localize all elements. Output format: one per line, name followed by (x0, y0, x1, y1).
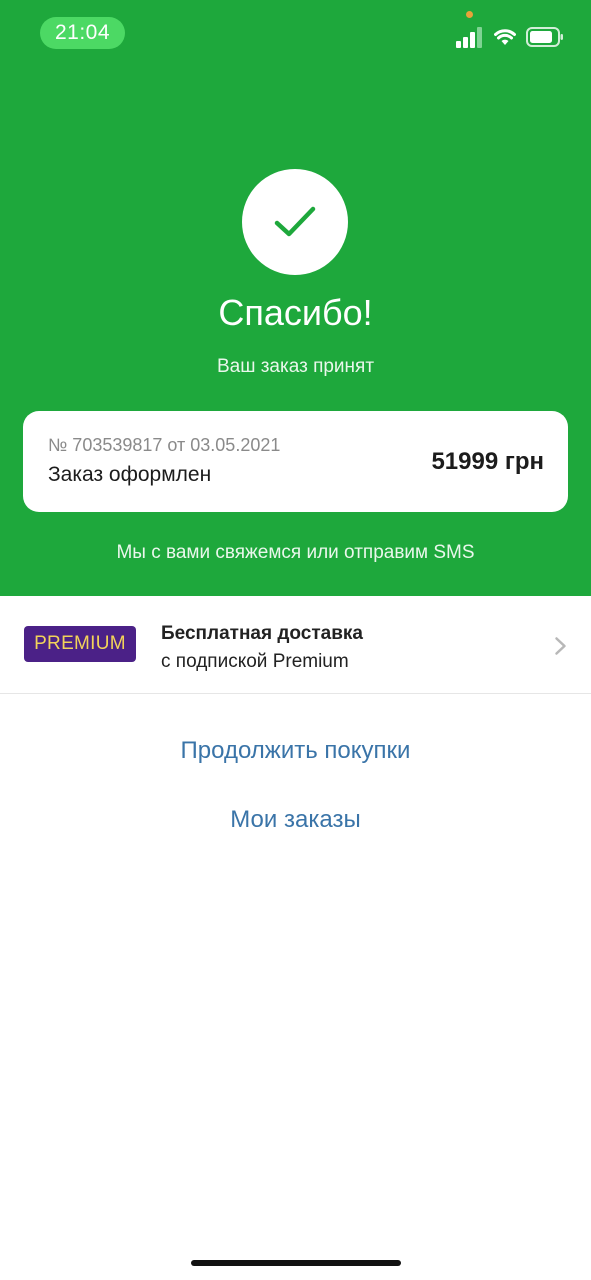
chevron-right-icon[interactable] (554, 636, 567, 656)
order-status: Заказ оформлен (48, 463, 212, 486)
premium-subtitle: с подпиской Premium (161, 651, 349, 672)
confirmation-header: 21:04 Спасибо! Ваш заказ принят № 703539… (0, 0, 591, 596)
signal-icon (456, 27, 482, 48)
status-time: 21:04 (40, 17, 125, 49)
home-indicator[interactable] (191, 1260, 401, 1266)
premium-badge: PREMIUM (24, 626, 136, 662)
thanks-title: Спасибо! (218, 292, 373, 333)
order-summary-card: № 703539817 от 03.05.2021 Заказ оформлен… (23, 411, 568, 512)
order-accepted-text: Ваш заказ принят (216, 356, 375, 377)
contact-note: Мы с вами свяжемся или отправим SMS (116, 542, 475, 563)
order-number-date: № 703539817 от 03.05.2021 (48, 435, 281, 455)
order-total-price: 51999 грн (431, 448, 544, 475)
my-orders-link[interactable]: Мои заказы (0, 806, 591, 834)
checkmark-icon (274, 206, 316, 237)
premium-title: Бесплатная доставка (161, 623, 363, 644)
success-check-badge (242, 169, 348, 275)
wifi-icon (494, 29, 516, 45)
continue-shopping-link[interactable]: Продолжить покупки (0, 737, 591, 765)
privacy-indicator-icon (466, 11, 473, 18)
screen: 21:04 Спасибо! Ваш заказ принят № 703539… (0, 0, 591, 1280)
premium-delivery-banner[interactable]: PREMIUM Бесплатная доставка с подпиской … (0, 596, 591, 694)
battery-icon (526, 27, 563, 47)
